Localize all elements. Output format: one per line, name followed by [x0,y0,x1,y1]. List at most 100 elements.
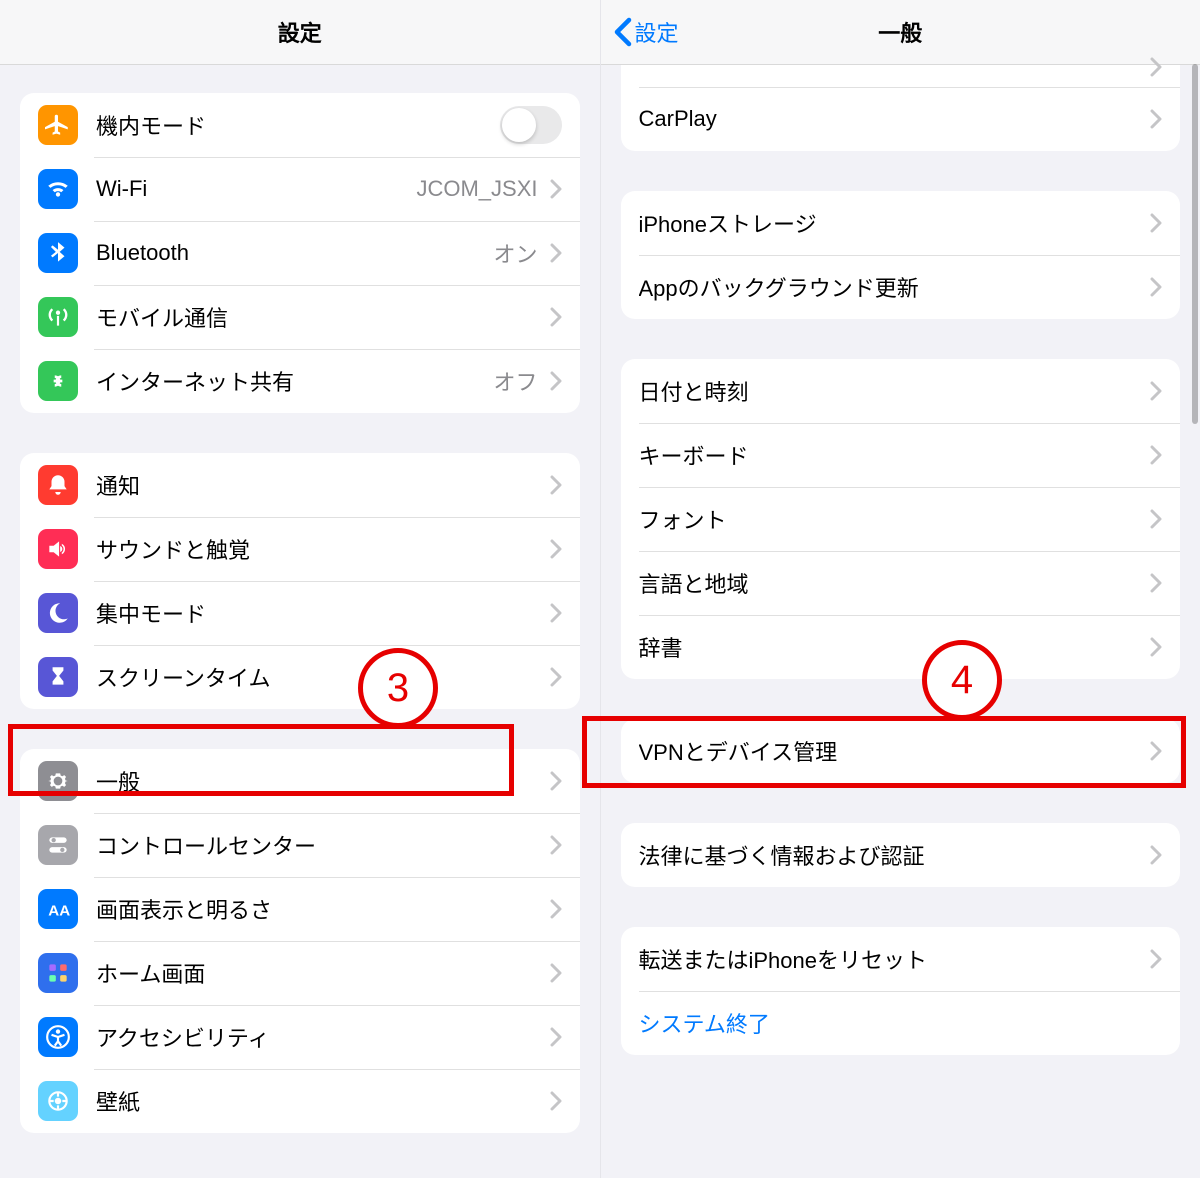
chevron-right-icon [550,475,562,495]
chevron-right-icon [1150,213,1162,233]
link-icon [38,361,78,401]
svg-text:AA: AA [48,903,70,920]
chevron-right-icon [1150,637,1162,657]
speaker-icon [38,529,78,569]
background-app-refresh-label: Appのバックグラウンド更新 [639,271,1139,303]
hourglass-icon [38,657,78,697]
fonts-label: フォント [639,503,1139,535]
chevron-right-icon [1150,57,1162,77]
row-iphone-storage[interactable]: iPhoneストレージ [621,191,1181,255]
settings-title: 設定 [278,16,322,48]
focus-label: 集中モード [96,597,538,629]
iphone-storage-label: iPhoneストレージ [639,207,1139,239]
row-screentime[interactable]: スクリーンタイム [20,645,580,709]
row-sounds[interactable]: サウンドと触覚 [20,517,580,581]
airplane-icon [38,105,78,145]
chevron-right-icon [550,539,562,559]
settings-group-notifications: 通知 サウンドと触覚 集中モード スクリーンタイム [20,453,580,709]
bluetooth-label: Bluetooth [96,240,483,266]
bluetooth-value: オン [493,237,537,269]
row-hotspot[interactable]: インターネット共有 オフ [20,349,580,413]
chevron-right-icon [1150,741,1162,761]
chevron-right-icon [550,603,562,623]
chevron-right-icon [1150,445,1162,465]
accessibility-icon [38,1017,78,1057]
row-focus[interactable]: 集中モード [20,581,580,645]
row-accessibility[interactable]: アクセシビリティ [20,1005,580,1069]
general-group-1: iPhoneストレージ Appのバックグラウンド更新 [621,191,1181,319]
chevron-right-icon [1150,949,1162,969]
settings-content[interactable]: 機内モード Wi-Fi JCOM_JSXI Bluetooth オン [0,65,600,1178]
wallpaper-label: 壁紙 [96,1085,538,1117]
general-group-5: 転送またはiPhoneをリセット システム終了 [621,927,1181,1055]
chevron-right-icon [550,1027,562,1047]
gear-icon [38,761,78,801]
legal-label: 法律に基づく情報および認証 [639,839,1139,871]
row-home-screen[interactable]: ホーム画面 [20,941,580,1005]
text-size-icon: AA [38,889,78,929]
row-shutdown[interactable]: システム終了 [621,991,1181,1055]
apps-grid-icon [38,953,78,993]
settings-group-general: 一般 コントロールセンター AA 画面表示と明るさ ホーム画面 [20,749,580,1133]
row-background-app-refresh[interactable]: Appのバックグラウンド更新 [621,255,1181,319]
home-screen-label: ホーム画面 [96,957,538,989]
chevron-right-icon [1150,845,1162,865]
chevron-right-icon [1150,109,1162,129]
chevron-right-icon [550,835,562,855]
transfer-reset-label: 転送またはiPhoneをリセット [639,943,1139,975]
bluetooth-icon [38,233,78,273]
airplane-toggle[interactable] [500,106,562,144]
chevron-right-icon [550,1091,562,1111]
general-group-0: ピクチャインピクチャ CarPlay [621,37,1181,151]
chevron-right-icon [550,243,562,263]
date-time-label: 日付と時刻 [639,375,1139,407]
chevron-right-icon [1150,381,1162,401]
hotspot-value: オフ [493,365,537,397]
row-general[interactable]: 一般 [20,749,580,813]
row-airplane-mode[interactable]: 機内モード [20,93,580,157]
chevron-right-icon [1150,573,1162,593]
general-group-4: 法律に基づく情報および認証 [621,823,1181,887]
row-control-center[interactable]: コントロールセンター [20,813,580,877]
chevron-right-icon [550,307,562,327]
chevron-right-icon [550,179,562,199]
wifi-icon [38,169,78,209]
general-label: 一般 [96,765,538,797]
accessibility-label: アクセシビリティ [96,1021,538,1053]
row-carplay[interactable]: CarPlay [621,87,1181,151]
chevron-right-icon [550,963,562,983]
sounds-label: サウンドと触覚 [96,533,538,565]
row-keyboard[interactable]: キーボード [621,423,1181,487]
antenna-icon [38,297,78,337]
row-wifi[interactable]: Wi-Fi JCOM_JSXI [20,157,580,221]
general-group-2: 日付と時刻 キーボード フォント 言語と地域 辞書 [621,359,1181,679]
chevron-right-icon [550,899,562,919]
settings-root-pane: 設定 機内モード Wi-Fi JCOM_JSXI Blu [0,0,600,1178]
screentime-label: スクリーンタイム [96,661,538,693]
row-cellular[interactable]: モバイル通信 [20,285,580,349]
row-pip[interactable]: ピクチャインピクチャ [621,37,1181,87]
row-fonts[interactable]: フォント [621,487,1181,551]
control-center-label: コントロールセンター [96,829,538,861]
chevron-right-icon [550,667,562,687]
row-dictionary[interactable]: 辞書 [621,615,1181,679]
chevron-right-icon [550,371,562,391]
row-language-region[interactable]: 言語と地域 [621,551,1181,615]
cellular-label: モバイル通信 [96,301,538,333]
row-transfer-reset[interactable]: 転送またはiPhoneをリセット [621,927,1181,991]
row-display[interactable]: AA 画面表示と明るさ [20,877,580,941]
row-notifications[interactable]: 通知 [20,453,580,517]
scrollbar[interactable] [1192,64,1198,424]
row-bluetooth[interactable]: Bluetooth オン [20,221,580,285]
chevron-right-icon [550,771,562,791]
chevron-right-icon [1150,509,1162,529]
hotspot-label: インターネット共有 [96,365,483,397]
row-vpn-device-management[interactable]: VPNとデバイス管理 [621,719,1181,783]
wallpaper-icon [38,1081,78,1121]
notifications-label: 通知 [96,469,538,501]
vpn-device-management-label: VPNとデバイス管理 [639,735,1139,767]
general-content[interactable]: ピクチャインピクチャ CarPlay iPhoneストレージ Appのバックグラ… [601,37,1200,1178]
row-legal[interactable]: 法律に基づく情報および認証 [621,823,1181,887]
row-wallpaper[interactable]: 壁紙 [20,1069,580,1133]
row-date-time[interactable]: 日付と時刻 [621,359,1181,423]
